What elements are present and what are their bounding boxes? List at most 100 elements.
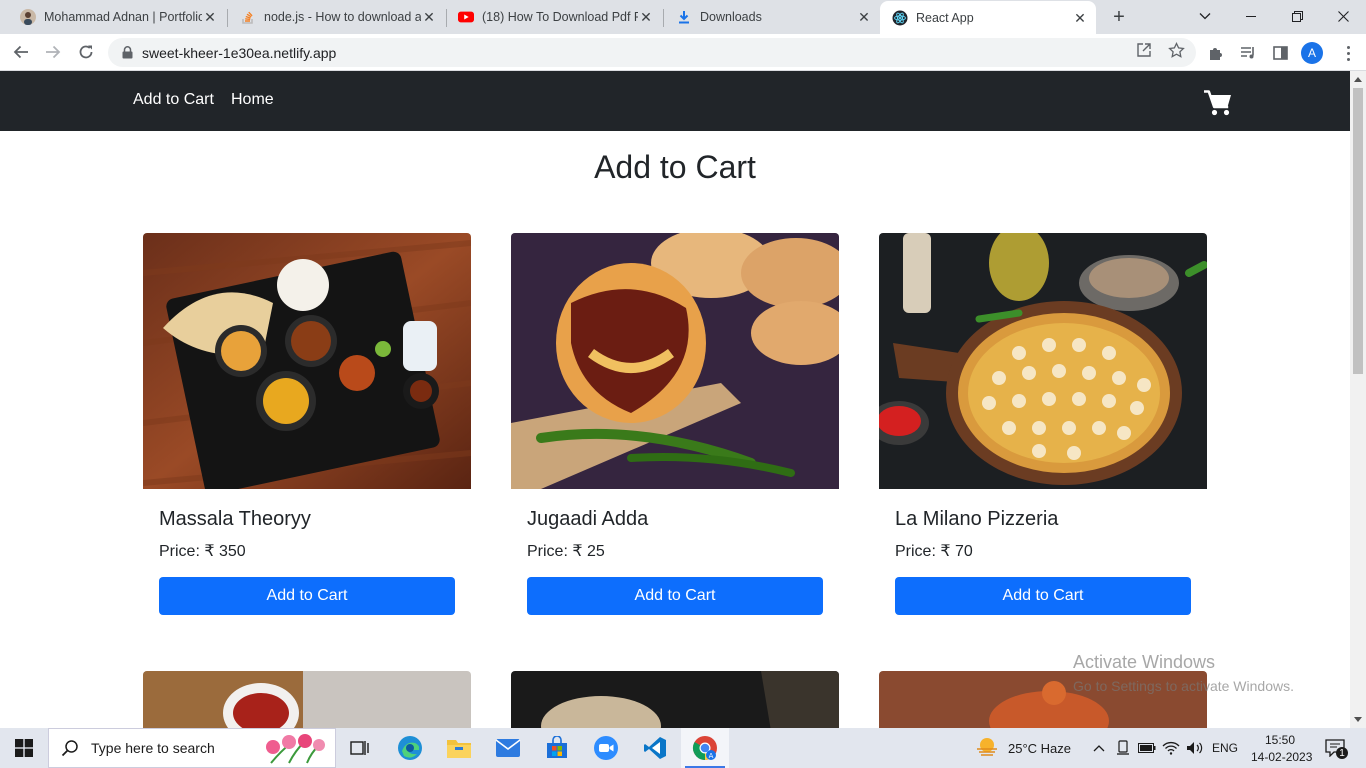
notification-count-badge: 1 xyxy=(1336,747,1348,759)
activate-windows-watermark: Activate Windows Go to Settings to activ… xyxy=(1073,652,1294,694)
taskbar-mail[interactable] xyxy=(484,728,532,768)
restore-window-button[interactable] xyxy=(1274,0,1320,32)
wifi-icon[interactable] xyxy=(1162,739,1180,757)
task-view-button[interactable] xyxy=(336,728,384,768)
tab-downloads[interactable]: Downloads ✕ xyxy=(664,0,880,34)
tab-youtube[interactable]: (18) How To Download Pdf Fi ✕ xyxy=(446,0,662,34)
new-tab-button[interactable]: + xyxy=(1108,6,1130,28)
nav-link-home[interactable]: Home xyxy=(231,91,274,109)
product-name: Jugaadi Adda xyxy=(527,508,649,530)
vscode-icon xyxy=(644,737,666,759)
watermark-subtext: Go to Settings to activate Windows. xyxy=(1073,678,1294,694)
scroll-down-arrow-icon[interactable] xyxy=(1354,717,1362,722)
close-window-button[interactable] xyxy=(1320,0,1366,32)
search-placeholder: Type here to search xyxy=(91,740,215,756)
zoom-icon xyxy=(594,736,618,760)
close-tab-icon[interactable]: ✕ xyxy=(638,9,654,25)
product-card-image-partial xyxy=(143,671,471,728)
tab-react-app[interactable]: React App ✕ xyxy=(880,1,1096,35)
taskbar-chrome[interactable]: A xyxy=(681,728,729,768)
browser-toolbar: sweet-kheer-1e30ea.netlify.app A xyxy=(0,34,1366,71)
profile-avatar[interactable]: A xyxy=(1301,42,1323,64)
notifications-icon[interactable]: 1 xyxy=(1324,738,1348,759)
clock-date[interactable]: 14-02-2023 xyxy=(1251,750,1312,764)
nav-link-add-to-cart[interactable]: Add to Cart xyxy=(133,91,214,109)
reload-icon xyxy=(79,45,93,59)
shopping-cart-icon[interactable] xyxy=(1203,87,1233,117)
close-tab-icon[interactable]: ✕ xyxy=(202,9,218,25)
profile-photo-favicon xyxy=(20,9,36,25)
product-image-thali xyxy=(143,233,471,489)
edge-icon xyxy=(398,736,422,760)
tab-search-chevron-icon[interactable] xyxy=(1182,0,1228,32)
product-price: Price: ₹ 350 xyxy=(159,543,246,560)
product-image-pizza xyxy=(879,233,1207,489)
page-title: Add to Cart xyxy=(594,149,756,185)
reload-button[interactable] xyxy=(74,40,98,64)
side-panel-icon[interactable] xyxy=(1270,43,1290,63)
svg-text:A: A xyxy=(709,752,714,760)
page-viewport: Add to Cart Home Add to Cart Massala The… xyxy=(0,71,1350,728)
taskbar-search-box[interactable]: Type here to search xyxy=(48,728,336,768)
extensions-puzzle-icon[interactable] xyxy=(1206,43,1226,63)
task-view-icon xyxy=(350,741,369,755)
product-name: Massala Theoryy xyxy=(159,508,311,530)
address-bar[interactable]: sweet-kheer-1e30ea.netlify.app xyxy=(108,38,1196,67)
back-arrow-icon xyxy=(13,45,28,59)
windows-start-button[interactable] xyxy=(0,728,48,768)
windows-taskbar: Type here to search A 25°C Haze ENG 15:5… xyxy=(0,728,1366,768)
tab-title: React App xyxy=(916,11,974,25)
search-icon xyxy=(61,739,79,757)
stackoverflow-icon xyxy=(240,9,256,25)
download-icon xyxy=(676,9,692,25)
close-tab-icon[interactable]: ✕ xyxy=(421,9,437,25)
folder-icon xyxy=(447,740,471,758)
media-playlist-icon[interactable] xyxy=(1238,43,1258,63)
taskbar-file-explorer[interactable] xyxy=(435,728,483,768)
forward-button[interactable] xyxy=(41,40,65,64)
product-price: Price: ₹ 70 xyxy=(895,543,973,560)
lock-icon[interactable] xyxy=(120,46,134,59)
volume-icon[interactable] xyxy=(1186,739,1204,757)
mail-icon xyxy=(495,739,521,757)
tab-portfolio[interactable]: Mohammad Adnan | Portfolio ✕ xyxy=(8,0,226,34)
taskbar-edge[interactable] xyxy=(386,728,434,768)
tulips-search-highlight-icon xyxy=(261,733,327,768)
weather-text[interactable]: 25°C Haze xyxy=(1008,741,1071,756)
add-to-cart-button[interactable]: Add to Cart xyxy=(895,577,1191,615)
taskbar-store[interactable] xyxy=(533,728,581,768)
weather-haze-icon[interactable] xyxy=(975,736,999,763)
tab-stackoverflow[interactable]: node.js - How to download a ✕ xyxy=(228,0,445,34)
app-navbar: Add to Cart Home xyxy=(0,71,1350,131)
taskbar-zoom[interactable] xyxy=(582,728,630,768)
minimize-window-button[interactable] xyxy=(1228,0,1274,32)
device-icon[interactable] xyxy=(1114,739,1132,757)
share-icon[interactable] xyxy=(1135,41,1153,59)
product-image-vada-pav xyxy=(511,233,839,489)
page-scrollbar[interactable] xyxy=(1350,71,1366,728)
browser-tab-strip: Mohammad Adnan | Portfolio ✕ node.js - H… xyxy=(0,0,1366,35)
show-hidden-icons-chevron-icon[interactable] xyxy=(1090,739,1108,757)
battery-icon[interactable] xyxy=(1138,739,1156,757)
scroll-up-arrow-icon[interactable] xyxy=(1354,77,1362,82)
back-button[interactable] xyxy=(9,40,33,64)
youtube-icon xyxy=(458,9,474,25)
url-text[interactable]: sweet-kheer-1e30ea.netlify.app xyxy=(142,45,336,61)
tab-title: Mohammad Adnan | Portfolio xyxy=(44,10,202,24)
close-tab-icon[interactable]: ✕ xyxy=(1072,10,1088,26)
add-to-cart-button[interactable]: Add to Cart xyxy=(527,577,823,615)
taskbar-vscode[interactable] xyxy=(631,728,679,768)
language-indicator[interactable]: ENG xyxy=(1212,741,1238,755)
close-tab-icon[interactable]: ✕ xyxy=(856,9,872,25)
clock-time[interactable]: 15:50 xyxy=(1265,733,1295,747)
scrollbar-thumb[interactable] xyxy=(1353,88,1363,374)
browser-menu-icon[interactable] xyxy=(1338,43,1358,63)
react-icon xyxy=(892,10,908,26)
product-card-image-partial xyxy=(511,671,839,728)
tab-title: node.js - How to download a xyxy=(264,10,421,24)
add-to-cart-button[interactable]: Add to Cart xyxy=(159,577,455,615)
chrome-icon: A xyxy=(692,736,717,760)
tab-title: (18) How To Download Pdf Fi xyxy=(482,10,638,24)
tab-title: Downloads xyxy=(700,10,762,24)
bookmark-star-icon[interactable] xyxy=(1167,41,1185,59)
